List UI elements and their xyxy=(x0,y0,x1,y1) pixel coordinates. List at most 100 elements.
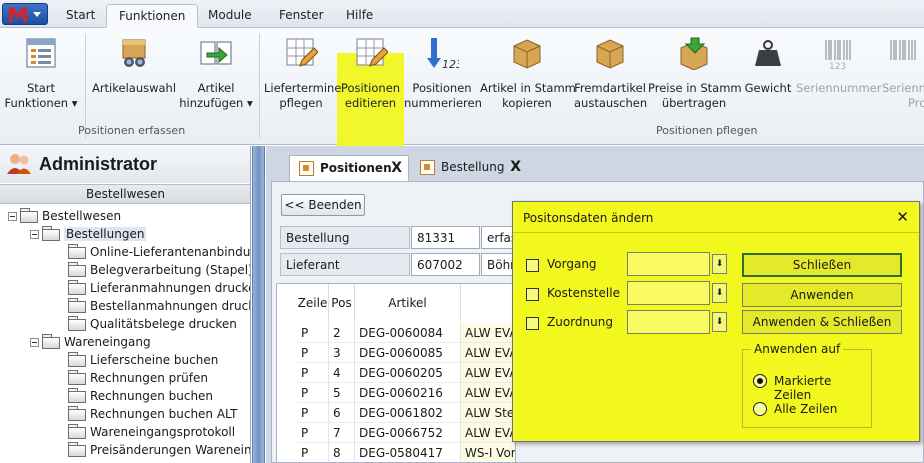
tree-label: Wareneingangsprotokoll xyxy=(90,425,236,439)
navigation-pane: Administrator Bestellwesen Bestellwesen … xyxy=(0,146,251,463)
liefertermine-pflegen-button[interactable]: Liefertermine pflegen xyxy=(264,32,341,118)
folder-icon xyxy=(68,280,86,295)
kostenstelle-combo[interactable] xyxy=(627,281,710,305)
tree-node-bestellungen[interactable]: Bestellungen xyxy=(30,225,147,243)
artikel-hinzufuegen-button[interactable]: Artikel hinzufügen ▾ xyxy=(178,32,254,118)
positionen-nummerieren-button[interactable]: 123 Positionennummerieren xyxy=(404,32,482,118)
kostenstelle-label: Kostenstelle xyxy=(547,286,620,300)
tree-node-online-lieferantenanbindung[interactable]: Online-Lieferantenanbindung xyxy=(68,243,251,261)
tree-node-bestellanmahnungen[interactable]: Bestellanmahnungen drucken xyxy=(68,297,250,315)
tree-node-lieferscheine-buchen[interactable]: Lieferscheine buchen xyxy=(68,351,218,369)
bestellung-field[interactable]: 81331 xyxy=(411,226,480,249)
sort-numbers-icon: 123 xyxy=(427,38,459,70)
vorgang-checkbox[interactable] xyxy=(526,259,539,272)
button-label: Pro xyxy=(908,96,924,110)
seriennummer-pro-button[interactable]: SeriennuPro xyxy=(880,32,924,118)
tree-node-wareneingangsprotokoll[interactable]: Wareneingangsprotokoll xyxy=(68,423,235,441)
collapse-icon[interactable] xyxy=(8,212,17,221)
schliessen-button[interactable]: Schließen xyxy=(742,253,902,277)
zuordnung-combo[interactable] xyxy=(627,310,710,334)
column-header-bezeichnung[interactable] xyxy=(461,284,515,322)
collapse-icon[interactable] xyxy=(30,338,39,347)
seriennummer-button[interactable]: 123 Seriennummer xyxy=(796,32,881,118)
tab-hilfe[interactable]: Hilfe xyxy=(334,4,385,28)
section-header[interactable]: Bestellwesen xyxy=(0,184,250,204)
button-label: Preise in Stamm xyxy=(648,81,742,95)
alle-zeilen-radio[interactable] xyxy=(753,402,767,416)
tab-fenster[interactable]: Fenster xyxy=(267,4,336,28)
anwenden-schliessen-button[interactable]: Anwenden & Schließen xyxy=(742,310,902,334)
tab-module[interactable]: Module xyxy=(196,4,264,28)
close-icon[interactable]: ✕ xyxy=(896,208,909,226)
pane-splitter[interactable] xyxy=(252,146,265,463)
cell-zeile: P xyxy=(297,443,329,462)
tree-node-rechnungen-pruefen[interactable]: Rechnungen prüfen xyxy=(68,369,208,387)
close-icon[interactable]: X xyxy=(510,155,521,179)
dropdown-arrow-icon[interactable]: ⬇ xyxy=(712,254,727,274)
dialog-title: Positonsdaten ändern xyxy=(523,211,654,225)
gewicht-button[interactable]: Gewicht xyxy=(742,32,794,118)
button-label: Fremdartikel xyxy=(574,81,646,95)
cell-pos: 5 xyxy=(329,383,355,403)
tab-funktionen[interactable]: Funktionen xyxy=(106,4,199,28)
app-logo-icon xyxy=(9,7,27,22)
positions-table: Zeile Pos Artikel P 2 DEG-0060084 ALW EV… xyxy=(276,283,516,463)
tree-label: Bestellungen xyxy=(64,227,147,241)
tree-node-qualitaetsbelege[interactable]: Qualitätsbelege drucken xyxy=(68,315,237,333)
preise-in-stamm-uebertragen-button[interactable]: Preise in Stamm übertragen xyxy=(648,32,742,118)
alle-zeilen-label: Alle Zeilen xyxy=(774,402,838,416)
cell-bezeichnung: ALW EVA xyxy=(461,423,515,443)
tab-start[interactable]: Start xyxy=(54,4,107,28)
tree-label: Online-Lieferantenanbindung xyxy=(90,245,251,259)
tree-node-wareneingang[interactable]: Wareneingang xyxy=(30,333,151,351)
box-icon xyxy=(513,39,541,69)
button-label: Seriennu xyxy=(882,81,924,95)
column-header-artikel[interactable]: Artikel xyxy=(355,284,461,322)
group-separator xyxy=(85,34,86,138)
beenden-button[interactable]: << Beenden xyxy=(281,194,365,216)
doc-tab-bestellung[interactable]: Bestellung X xyxy=(411,155,527,181)
folder-icon xyxy=(68,298,86,313)
group-label: Positionen pflegen xyxy=(656,124,758,137)
tree-node-belegverarbeitung[interactable]: Belegverarbeitung (Stapel) xyxy=(68,261,250,279)
dropdown-arrow-icon[interactable]: ⬇ xyxy=(712,283,727,303)
lieferant-field[interactable]: 607002 xyxy=(411,253,480,276)
tree-label: Rechnungen buchen xyxy=(90,389,214,403)
app-menu-button[interactable] xyxy=(2,3,48,25)
column-header-pos[interactable]: Pos xyxy=(329,284,355,322)
markierte-zeilen-radio[interactable] xyxy=(753,374,767,388)
positionen-editieren-button[interactable]: Positionen editieren xyxy=(338,32,403,118)
tree-node-lieferanmahnungen[interactable]: Lieferanmahnungen drucken xyxy=(68,279,250,297)
collapse-icon[interactable] xyxy=(30,230,39,239)
fremdartikel-austauschen-button[interactable]: Fremdartikel austauschen xyxy=(574,32,648,118)
tree-node-rechnungen-buchen[interactable]: Rechnungen buchen xyxy=(68,387,213,405)
cell-zeile: P xyxy=(297,323,329,343)
vorgang-combo[interactable] xyxy=(627,252,710,276)
cell-pos: 2 xyxy=(329,323,355,343)
anwenden-button[interactable]: Anwenden xyxy=(742,283,902,307)
zuordnung-checkbox[interactable] xyxy=(526,317,539,330)
artikel-in-stamm-kopieren-button[interactable]: Artikel in Stamm kopieren xyxy=(480,32,576,118)
folder-icon xyxy=(68,388,86,403)
button-label: pflegen xyxy=(279,96,323,110)
button-label: austauschen xyxy=(574,96,648,110)
cell-artikel: DEG-0060216 xyxy=(355,383,461,403)
folder-icon xyxy=(68,424,86,439)
folder-icon xyxy=(20,208,38,223)
kostenstelle-checkbox[interactable] xyxy=(526,288,539,301)
cell-pos: 7 xyxy=(329,423,355,443)
column-header-zeile[interactable]: Zeile xyxy=(297,284,329,322)
icon-label: 123 xyxy=(829,62,846,70)
tree-node-rechnungen-buchen-alt[interactable]: Rechnungen buchen ALT xyxy=(68,405,237,423)
add-item-icon xyxy=(200,41,232,65)
group-label: Positionen erfassen xyxy=(78,124,186,137)
start-funktionen-button[interactable]: Start Funktionen ▾ xyxy=(4,32,78,118)
barcode-icon: 123 xyxy=(825,40,851,70)
tree-node-preisaenderungen[interactable]: Preisänderungen Wareneingang xyxy=(68,441,250,459)
cell-artikel: DEG-0060084 xyxy=(355,323,461,343)
close-icon[interactable]: X xyxy=(391,156,402,180)
dropdown-arrow-icon[interactable]: ⬇ xyxy=(712,312,727,332)
doc-tab-positionen[interactable]: Positionen X xyxy=(289,155,409,181)
tree-node-bestellwesen[interactable]: Bestellwesen xyxy=(8,207,121,225)
artikelauswahl-button[interactable]: Artikelauswahl xyxy=(90,32,178,118)
